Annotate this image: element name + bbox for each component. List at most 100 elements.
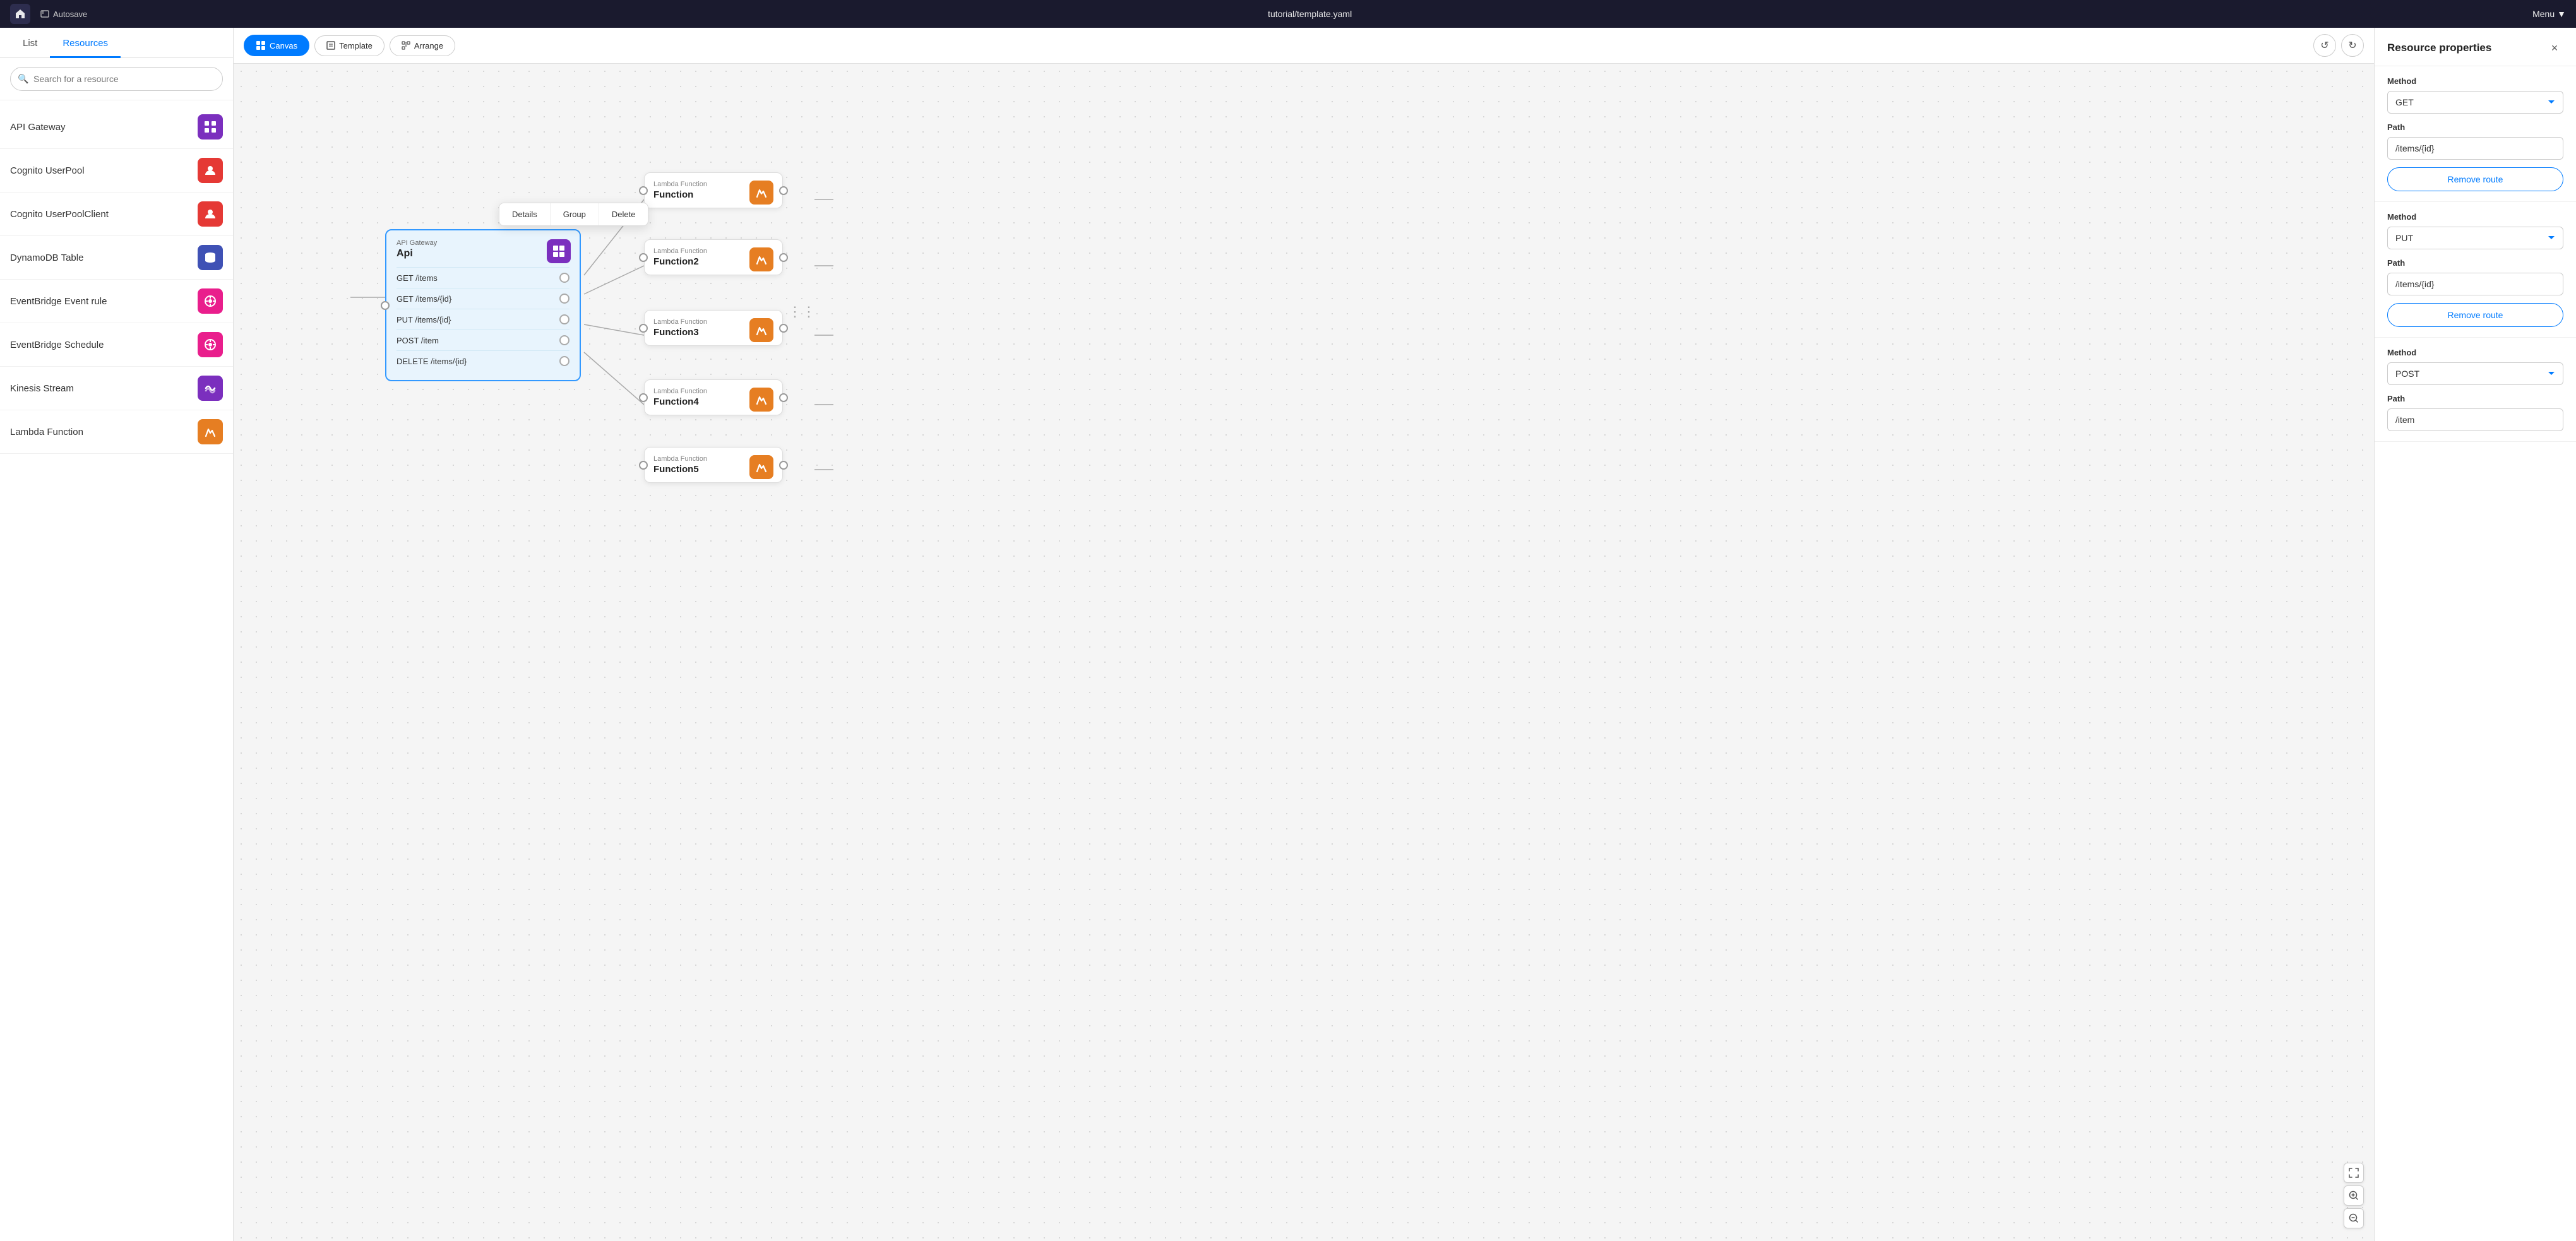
lambda-node-4[interactable]: Lambda Function Function4	[644, 379, 783, 415]
kinesis-icon	[198, 376, 223, 401]
api-node-name: Api	[397, 248, 569, 259]
cognito-userpool-icon	[198, 158, 223, 183]
main-layout: List Resources 🔍 API Gateway Cognito Use…	[0, 28, 2576, 1241]
remove-route-2-button[interactable]: Remove route	[2387, 303, 2563, 327]
drag-handle[interactable]: ⋮⋮	[788, 304, 816, 320]
context-menu: Details Group Delete	[499, 203, 648, 226]
dynamodb-icon	[198, 245, 223, 270]
sidebar-item-cognito-userpool[interactable]: Cognito UserPool	[0, 149, 233, 193]
lambda-5-left-connector[interactable]	[639, 461, 648, 470]
lambda-2-right-connector[interactable]	[779, 253, 788, 262]
template-button[interactable]: Template	[314, 35, 385, 56]
api-route-3: PUT /items/{id}	[397, 309, 569, 330]
lambda-3-left-connector[interactable]	[639, 324, 648, 333]
canvas-button[interactable]: Canvas	[244, 35, 309, 56]
path-1-input[interactable]	[2387, 137, 2563, 160]
fit-screen-button[interactable]	[2344, 1163, 2364, 1183]
method-3-select[interactable]: GET POST PUT DELETE	[2387, 362, 2563, 385]
sidebar-item-dynamodb[interactable]: DynamoDB Table	[0, 236, 233, 280]
eventbridge-schedule-icon	[198, 332, 223, 357]
method-2-select[interactable]: GET POST PUT DELETE	[2387, 227, 2563, 249]
api-route-4: POST /item	[397, 330, 569, 350]
sidebar-search-container: 🔍	[0, 58, 233, 100]
canvas-controls	[2344, 1163, 2364, 1228]
lambda-node-2[interactable]: Lambda Function Function2	[644, 239, 783, 275]
undo-button[interactable]: ↺	[2313, 34, 2336, 57]
path-3-label: Path	[2387, 394, 2563, 403]
api-gateway-icon	[198, 114, 223, 140]
search-icon: 🔍	[18, 74, 28, 85]
zoom-in-button[interactable]	[2344, 1185, 2364, 1206]
api-node-icon	[547, 239, 571, 263]
lambda-4-icon	[749, 388, 773, 412]
api-gateway-node[interactable]: API Gateway Api GET /items GET /items/{i…	[385, 229, 581, 381]
canvas-content[interactable]: Details Group Delete API Gateway Api	[234, 64, 2374, 1241]
lambda-4-right-connector[interactable]	[779, 393, 788, 402]
route-3-connector[interactable]	[559, 314, 569, 324]
lambda-node-3[interactable]: Lambda Function Function3	[644, 310, 783, 346]
lambda-2-icon	[749, 247, 773, 271]
lambda-1-icon	[749, 181, 773, 205]
route-2-connector[interactable]	[559, 294, 569, 304]
page-title: tutorial/template.yaml	[87, 9, 2532, 19]
path-2-input[interactable]	[2387, 273, 2563, 295]
canvas-area: Canvas Template Arrange ↺ ↻	[234, 28, 2374, 1241]
zoom-out-button[interactable]	[2344, 1208, 2364, 1228]
path-3-input[interactable]	[2387, 408, 2563, 431]
remove-route-1-button[interactable]: Remove route	[2387, 167, 2563, 191]
autosave-label: Autosave	[40, 9, 87, 19]
context-menu-group[interactable]: Group	[551, 203, 599, 225]
menu-button[interactable]: Menu ▼	[2532, 9, 2566, 19]
lambda-3-right-connector[interactable]	[779, 324, 788, 333]
tab-resources[interactable]: Resources	[50, 28, 121, 58]
route-2-section: Method GET POST PUT DELETE Path Remove r…	[2375, 202, 2576, 338]
api-left-connector[interactable]	[381, 301, 390, 310]
arrange-button[interactable]: Arrange	[390, 35, 455, 56]
canvas-toolbar: Canvas Template Arrange ↺ ↻	[234, 28, 2374, 64]
topbar: Autosave tutorial/template.yaml Menu ▼	[0, 0, 2576, 28]
lambda-5-icon	[749, 455, 773, 479]
eventbridge-rule-icon	[198, 288, 223, 314]
method-1-label: Method	[2387, 76, 2563, 86]
lambda-2-left-connector[interactable]	[639, 253, 648, 262]
search-input[interactable]	[10, 67, 223, 91]
lambda-node-1[interactable]: Lambda Function Function	[644, 172, 783, 208]
close-button[interactable]: ×	[2546, 39, 2563, 57]
path-1-label: Path	[2387, 122, 2563, 132]
route-4-connector[interactable]	[559, 335, 569, 345]
sidebar-item-eventbridge-rule[interactable]: EventBridge Event rule	[0, 280, 233, 323]
api-route-1: GET /items	[397, 267, 569, 288]
sidebar: List Resources 🔍 API Gateway Cognito Use…	[0, 28, 234, 1241]
tab-list[interactable]: List	[10, 28, 50, 58]
method-2-label: Method	[2387, 212, 2563, 222]
lambda-4-left-connector[interactable]	[639, 393, 648, 402]
sidebar-item-lambda[interactable]: Lambda Function	[0, 410, 233, 454]
route-3-section: Method GET POST PUT DELETE Path	[2375, 338, 2576, 442]
route-5-connector[interactable]	[559, 356, 569, 366]
redo-button[interactable]: ↻	[2341, 34, 2364, 57]
lambda-5-right-connector[interactable]	[779, 461, 788, 470]
right-panel-title: Resource properties	[2387, 42, 2491, 54]
route-1-connector[interactable]	[559, 273, 569, 283]
method-1-select[interactable]: GET POST PUT DELETE	[2387, 91, 2563, 114]
cognito-userpoolclient-icon	[198, 201, 223, 227]
lambda-icon	[198, 419, 223, 444]
context-menu-details[interactable]: Details	[499, 203, 551, 225]
api-node-type: API Gateway	[397, 239, 569, 247]
lambda-1-right-connector[interactable]	[779, 186, 788, 195]
right-panel-header: Resource properties ×	[2375, 28, 2576, 66]
sidebar-item-eventbridge-schedule[interactable]: EventBridge Schedule	[0, 323, 233, 367]
route-1-section: Method GET POST PUT DELETE Path Remove r…	[2375, 66, 2576, 202]
sidebar-item-cognito-userpoolclient[interactable]: Cognito UserPoolClient	[0, 193, 233, 236]
sidebar-item-kinesis[interactable]: Kinesis Stream	[0, 367, 233, 410]
home-button[interactable]	[10, 4, 30, 24]
method-3-label: Method	[2387, 348, 2563, 357]
sidebar-item-api-gateway[interactable]: API Gateway	[0, 105, 233, 149]
right-panel: Resource properties × Method GET POST PU…	[2374, 28, 2576, 1241]
lambda-1-left-connector[interactable]	[639, 186, 648, 195]
lambda-node-5[interactable]: Lambda Function Function5	[644, 447, 783, 483]
api-route-2: GET /items/{id}	[397, 288, 569, 309]
context-menu-delete[interactable]: Delete	[599, 203, 648, 225]
path-2-label: Path	[2387, 258, 2563, 268]
api-route-5: DELETE /items/{id}	[397, 350, 569, 371]
